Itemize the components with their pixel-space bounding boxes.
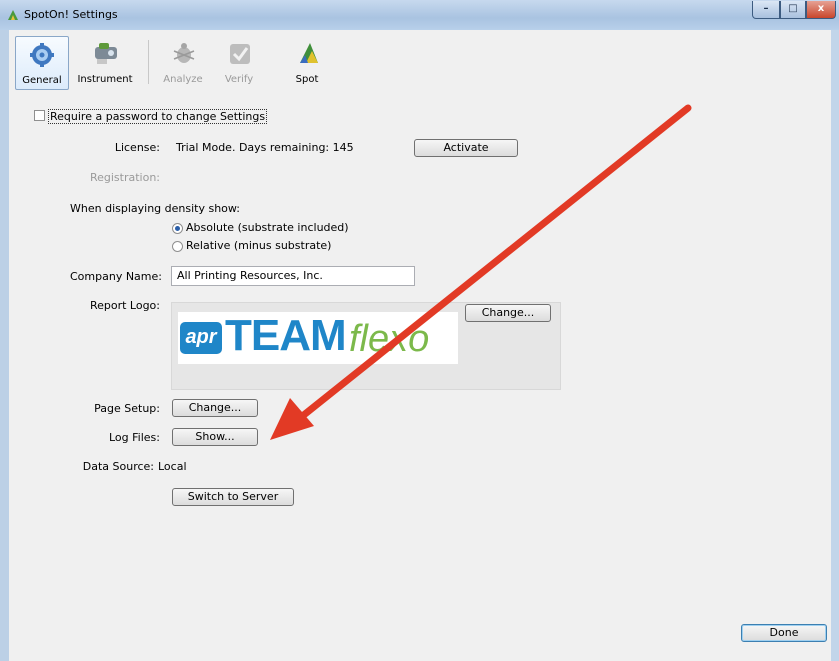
data-source-value: Local — [158, 460, 187, 473]
page-setup-label: Page Setup: — [94, 402, 160, 415]
license-value: Trial Mode. Days remaining: 145 — [176, 141, 354, 154]
spot-color-icon — [300, 43, 318, 63]
analyze-bug-icon — [173, 43, 195, 63]
general-gear-icon — [30, 43, 54, 67]
switch-to-server-button[interactable]: Switch to Server — [172, 488, 294, 506]
tab-verify-label: Verify — [224, 74, 254, 85]
window-left-border — [0, 30, 9, 661]
data-source-label: Data Source: — [82, 460, 154, 473]
density-absolute-radio[interactable] — [172, 223, 183, 234]
tab-analyze-label: Analyze — [163, 74, 203, 85]
log-files-show-button[interactable]: Show... — [172, 428, 258, 446]
spoton-app-icon — [8, 10, 18, 20]
close-button[interactable]: x — [806, 1, 836, 19]
verify-check-icon — [230, 44, 250, 64]
tab-verify: Verify — [214, 36, 264, 88]
tab-analyze: Analyze — [158, 36, 208, 88]
activate-button[interactable]: Activate — [414, 139, 518, 157]
maximize-button[interactable]: □ — [780, 1, 806, 19]
toolbar-separator — [148, 40, 149, 84]
tab-general[interactable]: General — [15, 36, 69, 90]
density-relative-radio[interactable] — [172, 241, 183, 252]
log-files-label: Log Files: — [109, 431, 160, 444]
tab-general-label: General — [22, 75, 62, 86]
logo-team-text: TEAM — [225, 311, 347, 360]
report-logo-label: Report Logo: — [89, 299, 160, 312]
density-relative-label[interactable]: Relative (minus substrate) — [186, 239, 331, 252]
tab-instrument-label: Instrument — [77, 74, 133, 85]
page-setup-change-button[interactable]: Change... — [172, 399, 258, 417]
window-right-border — [831, 30, 839, 661]
minimize-button[interactable]: – — [752, 1, 780, 19]
require-password-checkbox[interactable] — [34, 110, 45, 121]
tab-instrument[interactable]: Instrument — [71, 36, 139, 88]
require-password-label[interactable]: Require a password to change Settings — [48, 109, 268, 124]
registration-label: Registration: — [89, 171, 160, 184]
logo-apr-badge: apr — [180, 322, 222, 354]
license-label: License: — [114, 141, 160, 154]
title-bar[interactable] — [0, 0, 839, 30]
company-name-label: Company Name: — [70, 270, 162, 283]
tab-spot[interactable]: Spot — [282, 36, 332, 88]
instrument-device-icon — [95, 43, 117, 64]
window-title: SpotOn! Settings — [24, 8, 118, 21]
logo-change-button[interactable]: Change... — [465, 304, 551, 322]
logo-flexo-text: flexo — [349, 318, 430, 360]
density-label: When displaying density show: — [70, 202, 241, 215]
done-button[interactable]: Done — [741, 624, 827, 642]
density-absolute-label[interactable]: Absolute (substrate included) — [186, 221, 349, 234]
tab-spot-label: Spot — [295, 74, 319, 85]
company-name-input[interactable]: All Printing Resources, Inc. — [171, 266, 415, 286]
